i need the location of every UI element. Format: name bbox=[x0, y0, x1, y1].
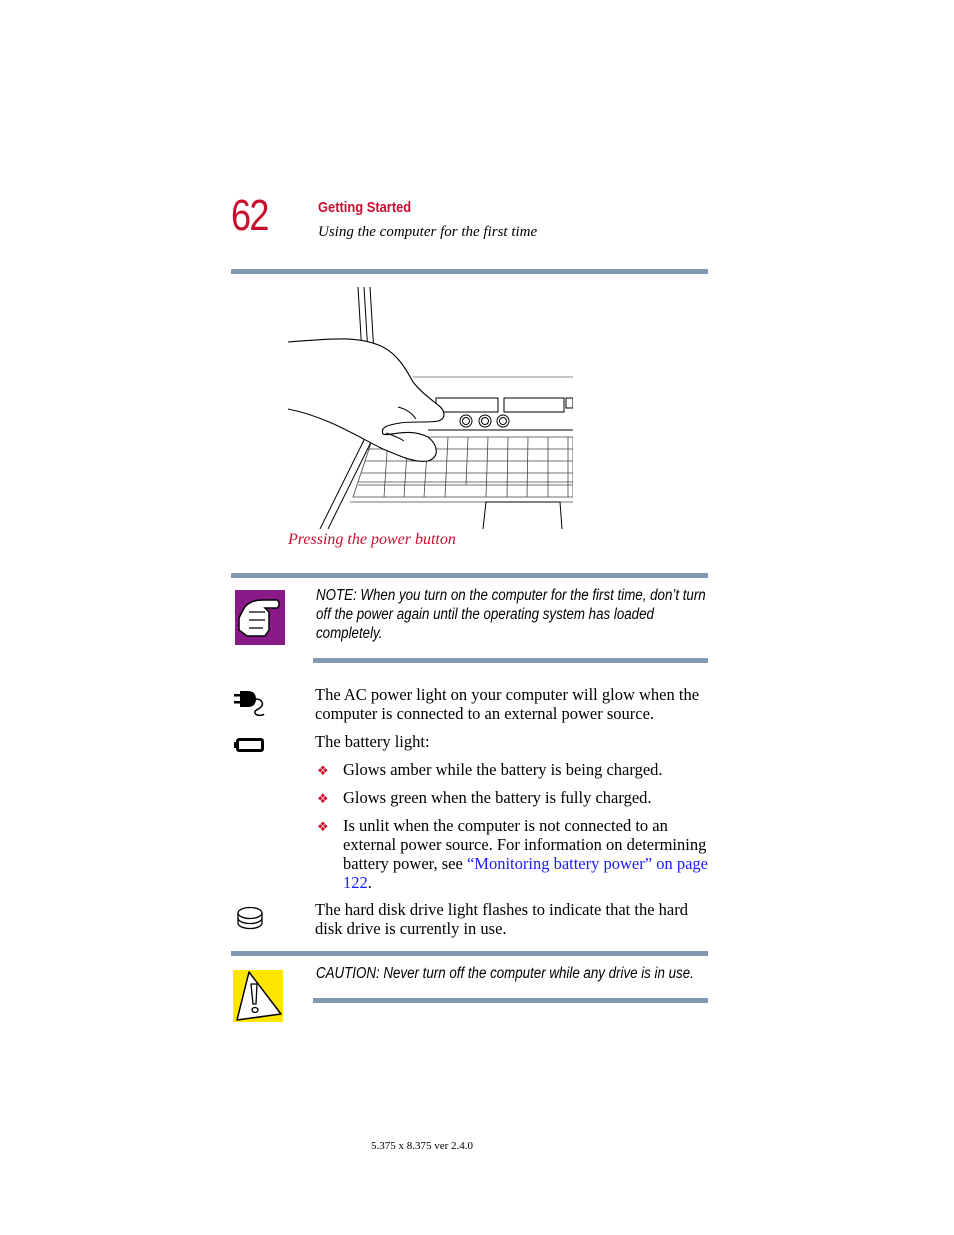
warning-triangle-icon bbox=[233, 970, 283, 1022]
bullet-diamond-icon: ❖ bbox=[317, 819, 329, 834]
pointing-hand-icon bbox=[235, 590, 285, 645]
bullet-diamond-icon: ❖ bbox=[317, 791, 329, 806]
battery-bullet-amber: Glows amber while the battery is being c… bbox=[343, 760, 663, 779]
caution-top-rule bbox=[231, 951, 708, 956]
hard-disk-text: The hard disk drive light flashes to ind… bbox=[315, 900, 688, 938]
battery-bullet-unlit-end: . bbox=[367, 873, 372, 892]
note-text: NOTE: When you turn on the computer for … bbox=[316, 587, 706, 642]
power-button-illustration bbox=[288, 287, 573, 529]
section-title: Using the computer for the first time bbox=[318, 224, 538, 240]
note-bottom-rule bbox=[313, 658, 708, 663]
page-number: 62 bbox=[231, 191, 269, 240]
caution-bottom-rule bbox=[313, 998, 708, 1003]
ac-power-plug-icon bbox=[234, 690, 268, 718]
header-rule bbox=[231, 269, 708, 274]
ac-power-text: The AC power light on your computer will… bbox=[315, 685, 700, 723]
battery-bullet-unlit: Is unlit when the computer is not connec… bbox=[343, 816, 708, 892]
battery-icon bbox=[234, 738, 264, 752]
bullet-diamond-icon: ❖ bbox=[317, 763, 329, 778]
hard-disk-icon bbox=[236, 906, 264, 932]
page-footer: 5.375 x 8.375 ver 2.4.0 bbox=[371, 1140, 474, 1152]
note-top-rule bbox=[231, 573, 708, 578]
chapter-title: Getting Started bbox=[318, 199, 412, 216]
figure-caption: Pressing the power button bbox=[288, 531, 456, 548]
battery-bullet-green: Glows green when the battery is fully ch… bbox=[343, 788, 652, 807]
caution-text: CAUTION: Never turn off the computer whi… bbox=[316, 965, 694, 982]
battery-light-text: The battery light: bbox=[315, 732, 430, 751]
